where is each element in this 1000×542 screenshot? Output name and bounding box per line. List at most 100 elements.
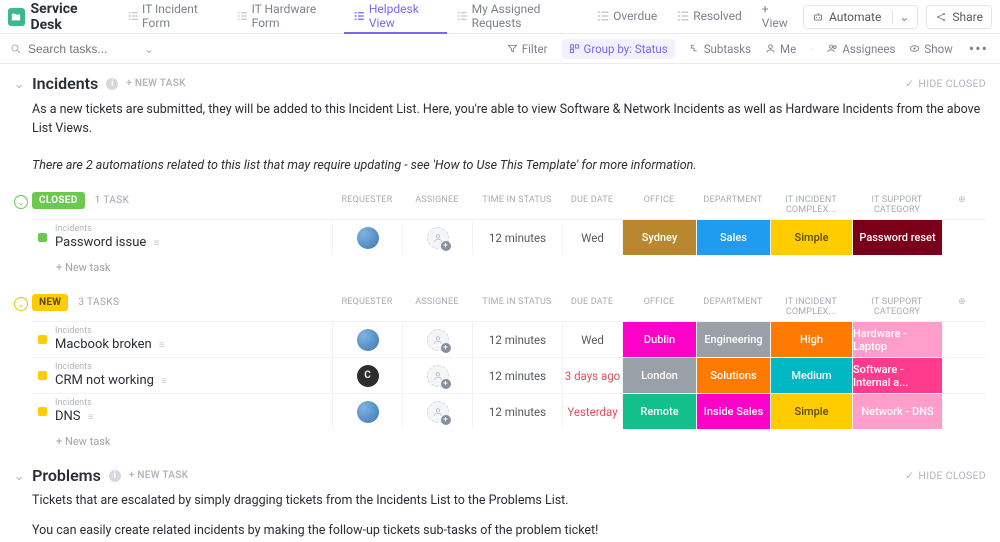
due-date-cell[interactable]: Wed bbox=[562, 322, 622, 357]
task-row[interactable]: Incidents CRM not working ≡ C 12 minutes… bbox=[32, 357, 986, 393]
complexity-cell[interactable]: Simple bbox=[770, 220, 852, 255]
assignees-button[interactable]: Assignees bbox=[827, 42, 895, 56]
search-icon bbox=[10, 43, 22, 55]
tab-resolved[interactable]: Resolved bbox=[667, 0, 752, 34]
task-parent: Incidents bbox=[55, 362, 167, 373]
category-cell[interactable]: Password reset bbox=[852, 220, 942, 255]
info-icon[interactable]: i bbox=[106, 78, 118, 90]
collapse-icon[interactable]: ⌄ bbox=[14, 195, 28, 209]
tab-it-hardware-form[interactable]: IT Hardware Form bbox=[227, 0, 344, 34]
chevron-down-icon[interactable]: ⌄ bbox=[892, 10, 909, 24]
category-cell[interactable]: Software - Internal a... bbox=[852, 358, 942, 393]
section-title: Incidents bbox=[32, 74, 98, 93]
task-row[interactable]: Incidents Macbook broken ≡ 12 minutes We… bbox=[32, 321, 986, 357]
requester-cell[interactable] bbox=[332, 322, 402, 357]
tab-it-incident-form[interactable]: IT Incident Form bbox=[118, 0, 228, 34]
office-cell[interactable]: Sydney bbox=[622, 220, 696, 255]
avatar[interactable] bbox=[357, 329, 379, 351]
groupby-button[interactable]: Group by: Status bbox=[562, 39, 675, 59]
requester-cell[interactable]: C bbox=[332, 358, 402, 393]
tab-helpdesk-view[interactable]: Helpdesk View bbox=[344, 0, 447, 34]
office-cell[interactable]: Dublin bbox=[622, 322, 696, 357]
robot-icon bbox=[812, 11, 824, 23]
due-date-cell[interactable]: 3 days ago bbox=[562, 358, 622, 393]
status-badge[interactable]: CLOSED bbox=[32, 192, 85, 209]
task-title[interactable]: Password issue ≡ bbox=[55, 235, 159, 251]
avatar[interactable]: C bbox=[357, 365, 379, 387]
show-button[interactable]: Show bbox=[909, 42, 952, 56]
task-title[interactable]: CRM not working ≡ bbox=[55, 373, 167, 389]
add-view-button[interactable]: + View bbox=[752, 0, 803, 34]
assignee-cell[interactable] bbox=[402, 220, 472, 255]
task-row[interactable]: Incidents DNS ≡ 12 minutes Yesterday Rem… bbox=[32, 393, 986, 429]
automate-button[interactable]: Automate ⌄ bbox=[803, 5, 918, 29]
section-problems: ⌄ Problems i + NEW TASK ✓ HIDE CLOSED Ti… bbox=[0, 456, 1000, 542]
requester-cell[interactable] bbox=[332, 220, 402, 255]
new-task-row[interactable]: + New task bbox=[32, 255, 986, 278]
category-cell[interactable]: Network - DNS bbox=[852, 394, 942, 429]
task-count: 3 TASKS bbox=[78, 297, 119, 308]
hide-closed-button[interactable]: ✓ HIDE CLOSED bbox=[905, 77, 986, 90]
status-square-icon[interactable] bbox=[38, 233, 47, 242]
more-menu-icon[interactable]: ••• bbox=[967, 39, 990, 58]
assignee-cell[interactable] bbox=[402, 358, 472, 393]
department-cell[interactable]: Engineering bbox=[696, 322, 770, 357]
chevron-down-icon[interactable]: ⌄ bbox=[14, 469, 24, 483]
task-title[interactable]: DNS ≡ bbox=[55, 409, 94, 425]
tab-my-assigned[interactable]: My Assigned Requests bbox=[447, 0, 587, 34]
row-spacer bbox=[942, 358, 982, 393]
status-square-icon[interactable] bbox=[38, 371, 47, 380]
status-square-icon[interactable] bbox=[38, 335, 47, 344]
folder-icon bbox=[8, 8, 25, 26]
chevron-down-icon[interactable]: ⌄ bbox=[14, 77, 24, 91]
share-icon bbox=[935, 11, 947, 23]
info-icon[interactable]: i bbox=[109, 470, 121, 482]
complexity-cell[interactable]: Simple bbox=[770, 394, 852, 429]
assign-icon[interactable] bbox=[427, 227, 449, 249]
new-task-button[interactable]: + NEW TASK bbox=[129, 470, 189, 481]
new-task-row[interactable]: + New task bbox=[32, 429, 986, 452]
task-row[interactable]: Incidents Password issue ≡ 12 minutes We… bbox=[32, 219, 986, 255]
search-input[interactable] bbox=[28, 42, 138, 56]
tab-overdue[interactable]: Overdue bbox=[587, 0, 667, 34]
department-cell[interactable]: Solutions bbox=[696, 358, 770, 393]
chevron-down-icon[interactable]: ⌄ bbox=[144, 42, 154, 56]
collapse-icon[interactable]: ⌄ bbox=[14, 297, 28, 311]
avatar[interactable] bbox=[357, 227, 379, 249]
share-button[interactable]: Share bbox=[926, 5, 992, 29]
filter-icon bbox=[507, 43, 518, 54]
people-icon bbox=[827, 43, 838, 54]
search[interactable]: ⌄ bbox=[10, 42, 160, 56]
complexity-cell[interactable]: High bbox=[770, 322, 852, 357]
status-badge[interactable]: NEW bbox=[32, 294, 68, 311]
due-date-cell[interactable]: Yesterday bbox=[562, 394, 622, 429]
assignee-cell[interactable] bbox=[402, 394, 472, 429]
complexity-cell[interactable]: Medium bbox=[770, 358, 852, 393]
time-in-status-cell: 12 minutes bbox=[472, 322, 562, 357]
department-cell[interactable]: Sales bbox=[696, 220, 770, 255]
subtasks-button[interactable]: Subtasks bbox=[689, 42, 751, 56]
avatar[interactable] bbox=[357, 401, 379, 423]
task-title[interactable]: Macbook broken ≡ bbox=[55, 337, 165, 353]
time-in-status-cell: 12 minutes bbox=[472, 394, 562, 429]
assign-icon[interactable] bbox=[427, 401, 449, 423]
office-cell[interactable]: Remote bbox=[622, 394, 696, 429]
time-in-status-cell: 12 minutes bbox=[472, 220, 562, 255]
assign-icon[interactable] bbox=[427, 365, 449, 387]
due-date-cell[interactable]: Wed bbox=[562, 220, 622, 255]
person-icon bbox=[765, 43, 776, 54]
department-cell[interactable]: Inside Sales bbox=[696, 394, 770, 429]
assignee-cell[interactable] bbox=[402, 322, 472, 357]
status-square-icon[interactable] bbox=[38, 407, 47, 416]
filter-button[interactable]: Filter bbox=[507, 42, 548, 56]
category-cell[interactable]: Hardware - Laptop bbox=[852, 322, 942, 357]
section-incidents: ⌄ Incidents i + NEW TASK ✓ HIDE CLOSED A… bbox=[0, 64, 1000, 456]
new-task-button[interactable]: + NEW TASK bbox=[126, 78, 186, 89]
me-button[interactable]: Me bbox=[765, 42, 796, 56]
assign-icon[interactable] bbox=[427, 329, 449, 351]
hide-closed-button[interactable]: ✓ HIDE CLOSED bbox=[905, 469, 986, 482]
requester-cell[interactable] bbox=[332, 394, 402, 429]
office-cell[interactable]: London bbox=[622, 358, 696, 393]
description-icon: ≡ bbox=[88, 412, 94, 423]
check-icon: ✓ bbox=[905, 469, 914, 482]
